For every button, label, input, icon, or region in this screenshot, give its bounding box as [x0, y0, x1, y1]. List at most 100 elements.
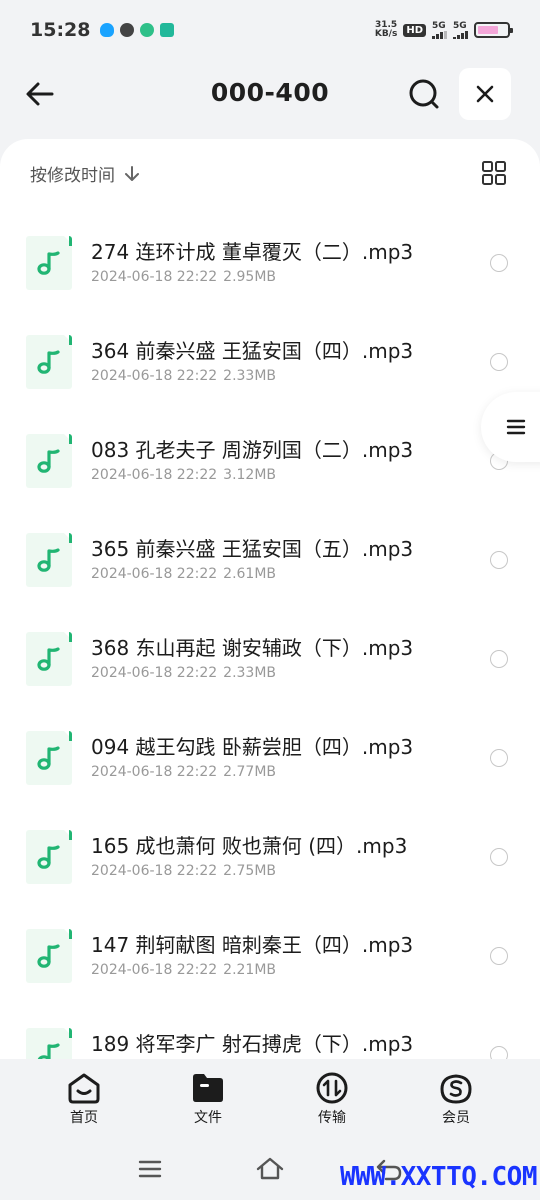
arrow-down-icon [125, 165, 139, 181]
file-date: 2024-06-18 22:22 [91, 863, 218, 879]
audio-file-icon [26, 632, 72, 686]
file-size: 2.61MB [223, 566, 277, 582]
music-note-icon [37, 1043, 60, 1059]
file-name: 274 连环计成 董卓覆灭（二）.mp3 [91, 240, 414, 264]
signal-bars-icon [453, 30, 468, 39]
select-checkbox[interactable] [490, 848, 508, 866]
file-name: 364 前秦兴盛 王猛安国（四）.mp3 [91, 339, 414, 363]
nav-transfer[interactable]: 传输 [292, 1071, 372, 1127]
file-meta: 2024-06-18 22:22 2.75MB [91, 863, 276, 879]
file-meta: 2024-06-18 22:22 2.33MB [91, 665, 276, 681]
audio-file-icon [26, 929, 72, 983]
file-accent-dot [69, 632, 72, 642]
search-button[interactable] [404, 74, 444, 114]
folder-icon [193, 1074, 223, 1102]
file-date: 2024-06-18 22:22 [91, 566, 218, 582]
file-row[interactable]: 274 连环计成 董卓覆灭（二）.mp3 2024-06-18 22:22 2.95… [0, 218, 540, 317]
hd-badge: HD [403, 23, 426, 37]
sim2-label: 5G [453, 20, 467, 31]
status-bar: 15:28 31.5 KB/s HD 5G 5G [0, 0, 540, 60]
view-toggle-button[interactable] [481, 160, 507, 186]
nav-home[interactable]: 首页 [44, 1071, 124, 1127]
file-row[interactable]: 364 前秦兴盛 王猛安国（四）.mp3 2024-06-18 22:22 2.33… [0, 317, 540, 416]
sort-label: 按修改时间 [30, 166, 115, 186]
close-button[interactable] [459, 68, 511, 120]
file-name: 365 前秦兴盛 王猛安国（五）.mp3 [91, 537, 414, 561]
file-row[interactable]: 147 荆轲献图 暗刺秦王（四）.mp3 2024-06-18 22:22 2.21… [0, 911, 540, 1010]
file-size: 2.95MB [223, 269, 277, 285]
file-date: 2024-06-18 22:22 [91, 467, 218, 483]
nav-member[interactable]: 会员 [416, 1071, 496, 1127]
audio-file-icon [26, 731, 72, 785]
music-note-icon [37, 350, 60, 374]
sort-button[interactable]: 按修改时间 [30, 161, 141, 186]
nav-files[interactable]: 文件 [168, 1071, 248, 1127]
audio-file-icon [26, 236, 72, 290]
battery-fill [478, 26, 498, 34]
select-checkbox[interactable] [490, 551, 508, 569]
file-size: 3.12MB [223, 467, 277, 483]
file-meta: 2024-06-18 22:22 2.33MB [91, 368, 276, 384]
sim1-label: 5G [432, 20, 446, 31]
file-accent-dot [69, 434, 72, 444]
file-meta: 2024-06-18 22:22 2.21MB [91, 962, 276, 978]
file-name: 083 孔老夫子 周游列国（二）.mp3 [91, 438, 414, 462]
file-date: 2024-06-18 22:22 [91, 665, 218, 681]
file-accent-dot [69, 830, 72, 840]
member-icon [440, 1074, 472, 1104]
select-checkbox[interactable] [490, 254, 508, 272]
file-date: 2024-06-18 22:22 [91, 269, 218, 285]
file-size: 2.21MB [223, 962, 277, 978]
file-row[interactable]: 365 前秦兴盛 王猛安国（五）.mp3 2024-06-18 22:22 2.61… [0, 515, 540, 614]
audio-file-icon [26, 434, 72, 488]
select-checkbox[interactable] [490, 1046, 508, 1059]
file-row[interactable]: 083 孔老夫子 周游列国（二）.mp3 2024-06-18 22:22 3.12… [0, 416, 540, 515]
music-note-icon [37, 449, 60, 473]
file-name: 165 成也萧何 败也萧何 (四）.mp3 [91, 834, 408, 858]
select-checkbox[interactable] [490, 749, 508, 767]
file-list-panel: 按修改时间 274 连环计成 董卓覆灭（二）.mp3 2024-06-18 22:… [0, 139, 540, 1059]
file-meta: 2024-06-18 22:22 2.61MB [91, 566, 276, 582]
file-accent-dot [69, 335, 72, 345]
file-row[interactable]: 368 东山再起 谢安辅政（下）.mp3 2024-06-18 22:22 2.33… [0, 614, 540, 713]
file-row[interactable]: 189 将军李广 射石搏虎（下）.mp3 [0, 1010, 540, 1059]
signal-bars-icon [432, 30, 447, 39]
home-icon [68, 1073, 100, 1104]
qq-icon [100, 23, 115, 37]
file-row[interactable]: 165 成也萧何 败也萧何 (四）.mp3 2024-06-18 22:22 2.7… [0, 812, 540, 911]
music-note-icon [37, 845, 60, 869]
transfer-icon [316, 1072, 348, 1104]
nav-files-label: 文件 [194, 1110, 222, 1126]
file-row[interactable]: 094 越王勾践 卧薪尝胆（四）.mp3 2024-06-18 22:22 2.77… [0, 713, 540, 812]
select-checkbox[interactable] [490, 353, 508, 371]
system-home-button[interactable] [255, 1155, 285, 1183]
select-checkbox[interactable] [490, 947, 508, 965]
file-accent-dot [69, 236, 72, 246]
audio-file-icon [26, 335, 72, 389]
file-accent-dot [69, 929, 72, 939]
file-name: 094 越王勾践 卧薪尝胆（四）.mp3 [91, 735, 414, 759]
file-date: 2024-06-18 22:22 [91, 368, 218, 384]
music-note-icon [37, 746, 60, 770]
file-size: 2.75MB [223, 863, 277, 879]
music-note-icon [37, 548, 60, 572]
nav-member-label: 会员 [442, 1110, 470, 1126]
file-size: 2.33MB [223, 665, 277, 681]
music-note-icon [37, 647, 60, 671]
app-recycle-icon [140, 23, 155, 37]
file-name: 189 将军李广 射石搏虎（下）.mp3 [91, 1032, 414, 1056]
select-checkbox[interactable] [490, 650, 508, 668]
status-time: 15:28 [30, 19, 91, 41]
menu-icon [138, 1160, 162, 1178]
file-name: 368 东山再起 谢安辅政（下）.mp3 [91, 636, 414, 660]
net-speed: 31.5 KB/s [375, 21, 397, 39]
audio-file-icon [26, 830, 72, 884]
file-size: 2.33MB [223, 368, 277, 384]
watermark-text: WWW.XXTTQ.COM [340, 1162, 538, 1192]
file-accent-dot [69, 1028, 72, 1038]
file-accent-dot [69, 731, 72, 741]
music-note-icon [37, 251, 60, 275]
file-size: 2.77MB [223, 764, 277, 780]
nav-home-label: 首页 [70, 1110, 98, 1126]
system-menu-button[interactable] [136, 1155, 166, 1183]
